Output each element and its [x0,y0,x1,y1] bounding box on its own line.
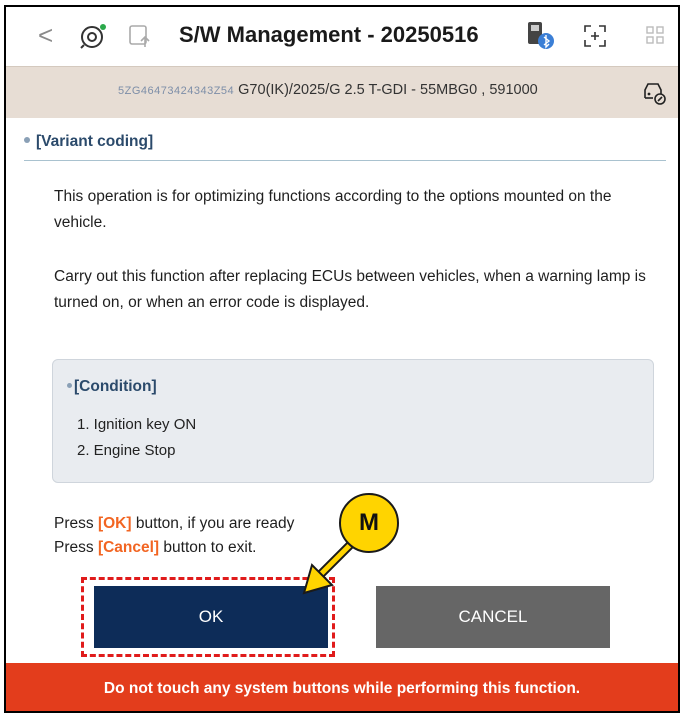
section-title-text: [Variant coding] [36,133,154,150]
grid-menu-icon[interactable] [645,25,665,45]
diagnostic-settings-icon[interactable] [78,21,108,51]
chevron-left-icon[interactable]: < [38,20,53,51]
condition-item: 1. Ignition key ON [77,416,197,433]
condition-item: 2. Engine Stop [77,442,176,459]
instruction-text: Press [54,515,98,532]
description-paragraph-2: Carry out this function after replacing … [54,268,646,311]
vehicle-vin: 5ZG46473424343Z54 [118,85,235,97]
callout-marker: M [339,493,399,553]
instruction-text: button to exit. [159,539,257,556]
description-paragraph-1: This operation is for optimizing functio… [54,188,612,231]
section-title: [Variant coding] [24,133,153,151]
ecu-upload-icon[interactable] [127,23,153,49]
top-app-bar: < S/W Management - 20250516 [6,7,678,66]
bullet-icon [24,137,30,144]
cancel-button[interactable]: CANCEL [376,586,610,648]
instruction-ok: Press [OK] button, if you are ready [54,515,294,533]
section-divider [24,160,666,161]
instruction-cancel: Press [Cancel] button to exit. [54,539,256,557]
condition-title: [Condition] [67,378,157,396]
fullscreen-icon[interactable] [582,23,608,49]
page-title: S/W Management - 20250516 [179,22,479,47]
instruction-highlight: [Cancel] [97,539,160,556]
vci-bluetooth-icon[interactable] [524,19,556,51]
vehicle-settings-icon[interactable] [641,80,667,106]
instruction-highlight: [OK] [97,515,132,532]
instruction-text: Press [54,539,98,556]
vehicle-info-bar: 5ZG46473424343Z54 G70(IK)/2025/G 2.5 T-GD… [6,66,678,118]
warning-banner: Do not touch any system buttons while pe… [6,663,678,711]
app-frame: < S/W Management - 20250516 5ZG464734243… [4,5,680,713]
vehicle-info: 5ZG46473424343Z54 G70(IK)/2025/G 2.5 T-GD… [118,82,538,98]
condition-title-text: [Condition] [74,378,157,395]
bullet-icon [67,382,72,388]
instruction-text: button, if you are ready [131,515,295,532]
vehicle-description: G70(IK)/2025/G 2.5 T-GDI - 55MBG0 , 5910… [238,82,538,98]
condition-box: [Condition] 1. Ignition key ON 2. Engine… [52,359,654,483]
ok-button[interactable]: OK [94,586,328,648]
